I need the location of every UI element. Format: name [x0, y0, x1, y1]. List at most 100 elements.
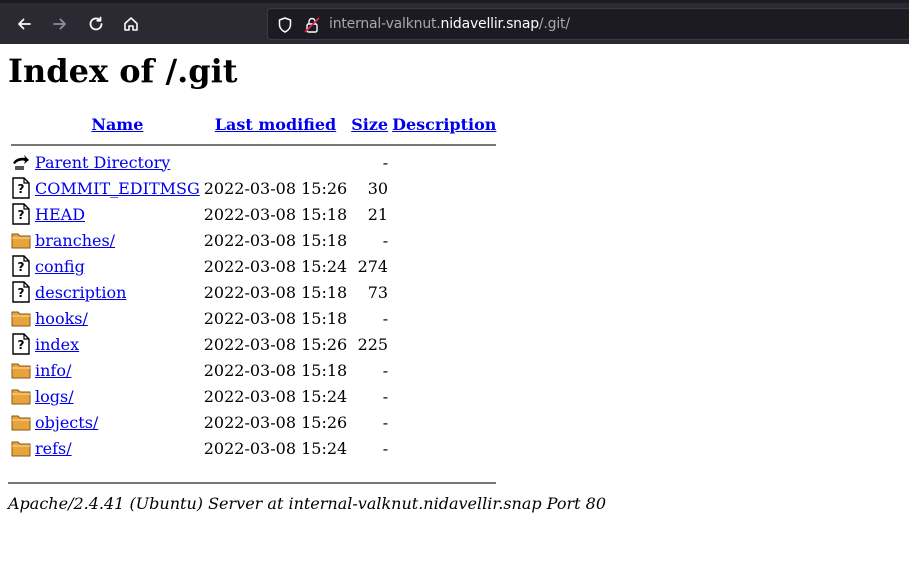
address-bar[interactable]: internal-valknut.nidavellir.snap/.git/ — [267, 8, 909, 40]
size-cell: - — [382, 386, 389, 406]
name-cell[interactable]: logs/ — [34, 384, 201, 408]
description-cell — [391, 358, 497, 382]
directory-listing: Name Last modified Size Description Pare… — [8, 110, 499, 462]
name-cell[interactable]: COMMIT_EDITMSG — [34, 176, 201, 200]
modified-cell: 2022-03-08 15:26 — [203, 178, 348, 198]
entry-link[interactable]: hooks/ — [35, 309, 88, 328]
icon-header — [10, 112, 32, 136]
sort-by-modified-link[interactable]: Last modified — [215, 115, 336, 134]
row-icon-cell: ? — [10, 254, 32, 278]
size-cell: - — [382, 308, 389, 328]
description-cell — [391, 384, 497, 408]
entry-link[interactable]: logs/ — [35, 387, 74, 406]
svg-text:?: ? — [18, 260, 25, 274]
description-header[interactable]: Description — [391, 112, 497, 136]
modified-cell: 2022-03-08 15:18 — [203, 360, 348, 380]
back-icon — [11, 152, 31, 172]
insecure-lock-icon[interactable] — [304, 16, 320, 34]
url-prefix: internal-valknut. — [329, 16, 441, 32]
name-cell[interactable]: hooks/ — [34, 306, 201, 330]
row-icon-cell: ? — [10, 176, 32, 200]
browser-toolbar: internal-valknut.nidavellir.snap/.git/ — [0, 0, 909, 44]
svg-text:?: ? — [18, 208, 25, 222]
unknown-file-icon: ? — [11, 333, 31, 355]
entry-link[interactable]: Parent Directory — [35, 153, 170, 172]
modified-cell: 2022-03-08 15:18 — [203, 204, 348, 224]
size-cell: - — [382, 152, 389, 172]
home-icon — [124, 17, 138, 31]
row-icon-cell — [10, 358, 32, 382]
modified-cell — [203, 150, 348, 174]
row-icon-cell — [10, 436, 32, 460]
description-cell — [391, 332, 497, 356]
modified-cell: 2022-03-08 15:18 — [203, 282, 348, 302]
description-cell — [391, 254, 497, 278]
table-row: ? description 2022-03-08 15:18 73 — [10, 280, 497, 304]
table-row: ? HEAD 2022-03-08 15:18 21 — [10, 202, 497, 226]
name-cell[interactable]: Parent Directory — [34, 150, 201, 174]
url-text[interactable]: internal-valknut.nidavellir.snap/.git/ — [329, 16, 570, 32]
name-cell[interactable]: objects/ — [34, 410, 201, 434]
folder-icon — [11, 309, 31, 327]
sort-by-size-link[interactable]: Size — [351, 115, 388, 134]
header-divider — [10, 138, 497, 148]
entry-link[interactable]: description — [35, 283, 126, 302]
unknown-file-icon: ? — [11, 281, 31, 303]
arrow-right-icon — [53, 18, 66, 30]
entry-link[interactable]: refs/ — [35, 439, 72, 458]
row-icon-cell — [10, 384, 32, 408]
sort-by-description-link[interactable]: Description — [392, 115, 496, 134]
shield-icon[interactable] — [276, 16, 294, 34]
entry-link[interactable]: COMMIT_EDITMSG — [35, 179, 200, 198]
folder-icon — [11, 361, 31, 379]
back-button[interactable] — [9, 9, 39, 39]
size-header[interactable]: Size — [350, 112, 389, 136]
row-icon-cell — [10, 228, 32, 252]
name-cell[interactable]: description — [34, 280, 201, 304]
name-header[interactable]: Name — [34, 112, 201, 136]
description-cell — [391, 150, 497, 174]
forward-button[interactable] — [45, 9, 75, 39]
table-row: refs/2022-03-08 15:24 - — [10, 436, 497, 460]
entry-link[interactable]: config — [35, 257, 85, 276]
name-cell[interactable]: index — [34, 332, 201, 356]
description-cell — [391, 228, 497, 252]
size-cell: 225 — [357, 334, 389, 354]
row-icon-cell — [10, 306, 32, 330]
table-row: info/2022-03-08 15:18 - — [10, 358, 497, 382]
entry-link[interactable]: objects/ — [35, 413, 98, 432]
folder-icon — [11, 387, 31, 405]
table-row: logs/2022-03-08 15:24 - — [10, 384, 497, 408]
sort-by-name-link[interactable]: Name — [91, 115, 143, 134]
entry-link[interactable]: branches/ — [35, 231, 115, 250]
svg-text:?: ? — [18, 182, 25, 196]
unknown-file-icon: ? — [11, 177, 31, 199]
name-cell[interactable]: branches/ — [34, 228, 201, 252]
reload-button[interactable] — [81, 9, 111, 39]
name-cell[interactable]: HEAD — [34, 202, 201, 226]
size-cell: - — [382, 230, 389, 250]
table-row: hooks/2022-03-08 15:18 - — [10, 306, 497, 330]
folder-icon — [11, 231, 31, 249]
server-signature: Apache/2.4.41 (Ubuntu) Server at interna… — [8, 494, 606, 513]
row-icon-cell: ? — [10, 280, 32, 304]
modified-cell: 2022-03-08 15:24 — [203, 438, 348, 458]
table-row: objects/2022-03-08 15:26 - — [10, 410, 497, 434]
size-cell: 30 — [367, 178, 389, 198]
home-button[interactable] — [116, 9, 146, 39]
description-cell — [391, 176, 497, 200]
name-cell[interactable]: config — [34, 254, 201, 278]
modified-cell: 2022-03-08 15:24 — [203, 386, 348, 406]
entry-link[interactable]: index — [35, 335, 79, 354]
size-cell: 73 — [367, 282, 389, 302]
footer-divider — [8, 482, 496, 484]
name-cell[interactable]: info/ — [34, 358, 201, 382]
description-cell — [391, 202, 497, 226]
entry-link[interactable]: info/ — [35, 361, 71, 380]
entry-link[interactable]: HEAD — [35, 205, 85, 224]
size-cell: 274 — [357, 256, 389, 276]
row-icon-cell — [10, 150, 32, 174]
name-cell[interactable]: refs/ — [34, 436, 201, 460]
last-modified-header[interactable]: Last modified — [203, 112, 348, 136]
url-host: nidavellir.snap — [440, 16, 540, 32]
